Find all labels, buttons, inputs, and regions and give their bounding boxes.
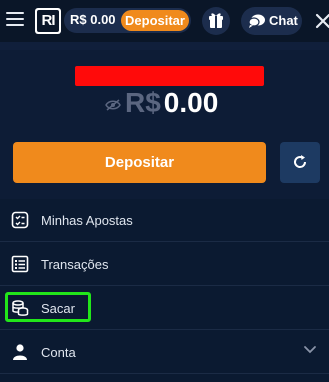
header-deposit-button[interactable]: Depositar xyxy=(121,10,189,31)
account-menu: Minhas Apostas Transações Sacar Conta xyxy=(0,199,329,382)
user-icon xyxy=(13,344,27,360)
list-icon xyxy=(11,255,29,273)
menu-item-label: Minhas Apostas xyxy=(41,213,133,228)
header-balance-pill: R$ 0.00 Depositar xyxy=(64,8,191,33)
chat-bubble-icon xyxy=(248,14,265,28)
menu-item-conta[interactable]: Conta xyxy=(0,331,329,374)
refresh-icon xyxy=(294,155,307,168)
menu-item-transacoes[interactable]: Transações xyxy=(0,243,329,286)
deposit-button[interactable]: Depositar xyxy=(13,142,266,183)
wallet-amount: 0.00 xyxy=(163,87,219,118)
eye-off-icon[interactable] xyxy=(105,99,121,111)
header-balance: R$ 0.00 xyxy=(70,12,116,27)
bets-icon xyxy=(11,211,29,229)
close-icon[interactable] xyxy=(313,11,329,31)
gift-button[interactable] xyxy=(202,7,230,35)
wallet-balance: R$ 0.00 xyxy=(125,87,218,119)
refresh-balance-button[interactable] xyxy=(280,142,320,183)
chat-button[interactable]: Chat xyxy=(241,7,302,35)
redacted-username xyxy=(75,66,264,86)
hamburger-menu-icon[interactable] xyxy=(6,12,24,28)
header-divider xyxy=(0,42,329,50)
chevron-down-icon[interactable] xyxy=(303,345,317,355)
site-logo[interactable]: RI xyxy=(35,8,61,34)
menu-item-label: Conta xyxy=(41,345,76,360)
top-bar: RI R$ 0.00 Depositar Chat xyxy=(0,0,329,42)
gift-icon xyxy=(209,13,223,28)
menu-item-minhas-apostas[interactable]: Minhas Apostas xyxy=(0,199,329,242)
highlight-box xyxy=(5,292,91,322)
chat-label: Chat xyxy=(269,13,298,28)
wallet-currency: R$ xyxy=(125,87,161,118)
menu-item-label: Transações xyxy=(41,257,109,272)
